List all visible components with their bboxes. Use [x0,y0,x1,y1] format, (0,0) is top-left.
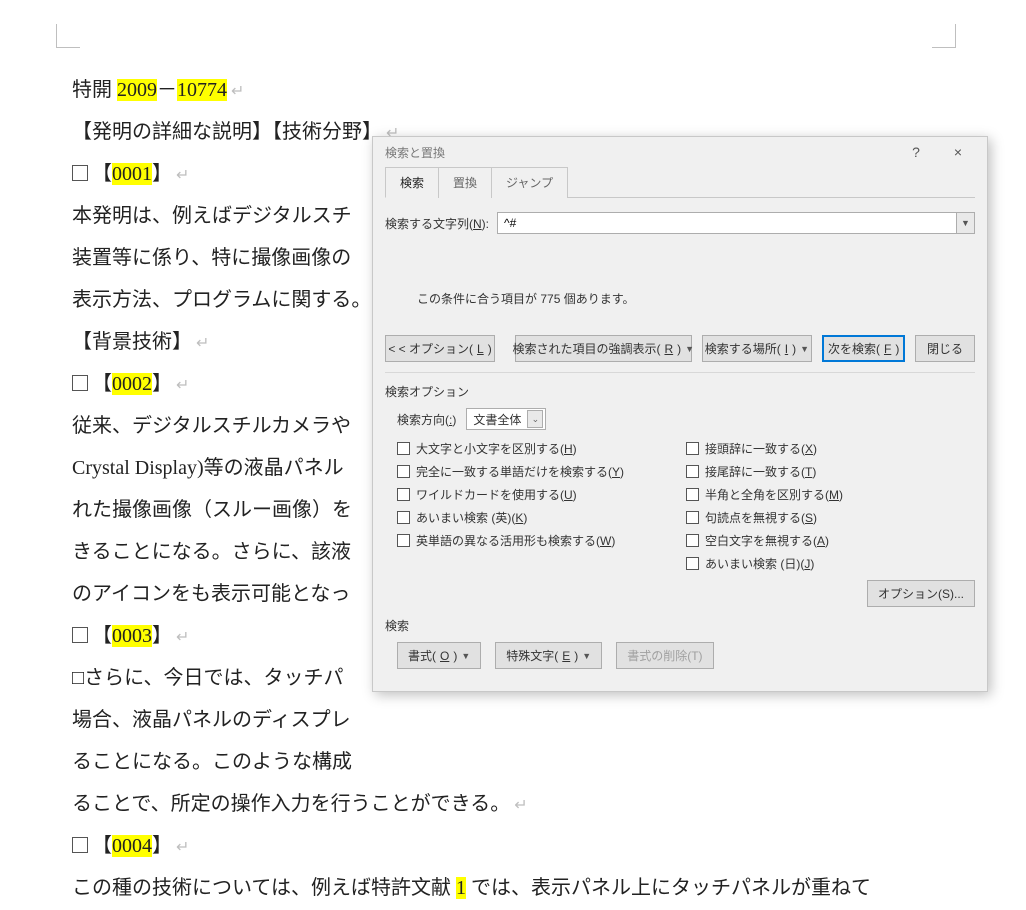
status-text: この条件に合う項目が 775 個あります。 [385,246,975,335]
chevron-down-icon: ▼ [685,344,694,354]
highlight: 0001 [112,163,152,185]
highlight: 10774 [177,79,227,101]
dialog-title: 検索と置換 [381,144,895,161]
doc-line[interactable]: この種の技術については、例えば特許文献 1 では、表示パネル上にタッチパネルが重… [72,868,972,908]
checkbox-icon [397,442,410,455]
dialog-titlebar[interactable]: 検索と置換 ? × [373,137,987,167]
no-formatting-button: 書式の削除(T) [616,642,713,669]
checkbox-icon [686,488,699,501]
page-margin-corner [56,24,80,48]
checkbox-whole-word[interactable]: 完全に一致する単語だけを検索する(Y) [397,463,686,480]
checkbox-icon [397,534,410,547]
reading-highlight-button[interactable]: 検索された項目の強調表示(R)▼ [515,335,692,362]
checkbox-icon [686,534,699,547]
doc-line[interactable]: 【0004】↵ [72,826,972,866]
square-glyph [72,165,88,181]
checkbox-icon [686,442,699,455]
close-button[interactable]: × [937,138,979,166]
search-combo[interactable]: ▼ [497,212,975,234]
tab-jump[interactable]: ジャンプ [491,167,568,198]
help-button[interactable]: ? [895,138,937,166]
doc-line[interactable]: 場合、液晶パネルのディスプレ [72,700,972,740]
doc-line[interactable]: ることで、所定の操作入力を行うことができる。↵ [72,784,972,824]
find-next-button[interactable]: 次を検索(F) [822,335,905,362]
chevron-down-icon: ▼ [800,344,809,354]
checkbox-icon [686,511,699,524]
search-in-button[interactable]: 検索する場所(I)▼ [702,335,813,362]
paragraph-mark-icon: ↵ [514,797,527,814]
special-button[interactable]: 特殊文字(E)▼ [495,642,602,669]
paragraph-mark-icon: ↵ [176,839,189,856]
chevron-down-icon[interactable]: ▼ [956,213,974,233]
checkbox-icon [686,465,699,478]
highlight: 0004 [112,835,152,857]
less-options-button[interactable]: < < オプション(L) [385,335,495,362]
checkbox-icon [686,557,699,570]
checkbox-width[interactable]: 半角と全角を区別する(M) [686,486,975,503]
checkbox-icon [397,511,410,524]
checkbox-word-forms[interactable]: 英単語の異なる活用形も検索する(W) [397,532,686,549]
checkbox-fuzzy-jp[interactable]: あいまい検索 (日)(J) [686,555,975,572]
checkbox-fuzzy-en[interactable]: あいまい検索 (英)(K) [397,509,686,526]
tab-replace[interactable]: 置換 [438,167,492,198]
checkbox-ignore-space[interactable]: 空白文字を無視する(A) [686,532,975,549]
checkbox-match-case[interactable]: 大文字と小文字を区別する(H) [397,440,686,457]
square-glyph [72,837,88,853]
section-label: 検索オプション [385,383,975,400]
checkbox-suffix[interactable]: 接尾辞に一致する(T) [686,463,975,480]
tab-search[interactable]: 検索 [385,167,439,198]
square-glyph [72,627,88,643]
search-direction-select[interactable]: 文書全体 ⌄ [466,408,546,430]
chevron-down-icon[interactable]: ⌄ [527,410,543,428]
paragraph-mark-icon: ↵ [176,167,189,184]
paragraph-mark-icon: ↵ [176,377,189,394]
select-value: 文書全体 [473,411,521,428]
checkbox-ignore-punct[interactable]: 句読点を無視する(S) [686,509,975,526]
paragraph-mark-icon: ↵ [176,629,189,646]
highlight: 0003 [112,625,152,647]
paragraph-mark-icon: ↵ [196,335,209,352]
search-input[interactable] [498,213,956,233]
chevron-down-icon: ▼ [582,651,591,661]
square-glyph [72,375,88,391]
checkbox-icon [397,488,410,501]
search-label: 検索する文字列(N): [385,215,489,232]
doc-line[interactable]: 特開 2009－10774↵ [72,70,972,110]
divider [385,372,975,373]
doc-line[interactable]: ることになる。このような構成 [72,742,972,782]
dialog-tabs: 検索 置換 ジャンプ [385,167,975,198]
fuzzy-options-button[interactable]: オプション(S)... [867,580,975,607]
chevron-down-icon: ▼ [461,651,470,661]
checkbox-wildcards[interactable]: ワイルドカードを使用する(U) [397,486,686,503]
page-margin-corner [932,24,956,48]
highlight: 1 [456,877,466,899]
find-replace-dialog: 検索と置換 ? × 検索 置換 ジャンプ 検索する文字列(N): ▼ この条件に… [372,136,988,692]
section-label: 検索 [385,617,975,634]
checkbox-prefix[interactable]: 接頭辞に一致する(X) [686,440,975,457]
search-direction-label: 検索方向(:) [397,411,456,428]
paragraph-mark-icon: ↵ [231,83,244,100]
highlight: 0002 [112,373,152,395]
highlight: 2009 [117,79,157,101]
close-dialog-button[interactable]: 閉じる [915,335,975,362]
format-button[interactable]: 書式(O)▼ [397,642,481,669]
checkbox-icon [397,465,410,478]
